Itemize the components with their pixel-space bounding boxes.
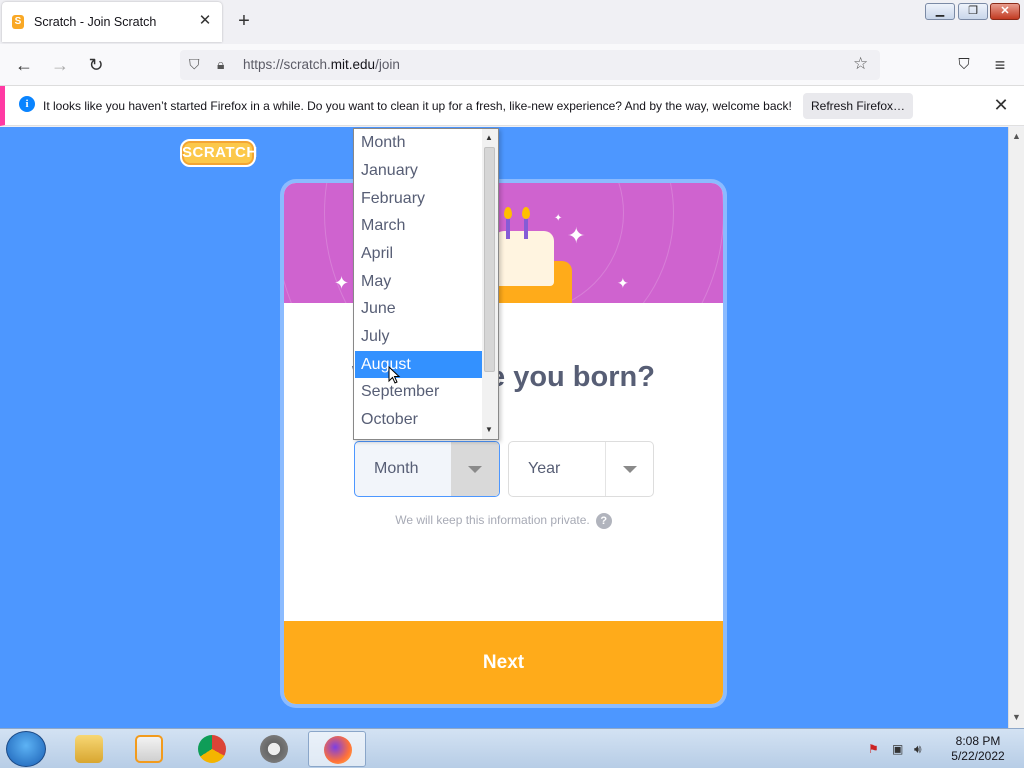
- scratch-join-page: SCRATCH ✦ ✦ ✦ ✦ When were you born? Mont…: [0, 127, 1008, 728]
- taskbar-chrome[interactable]: [183, 731, 241, 767]
- scratch-logo[interactable]: SCRATCH: [180, 139, 257, 167]
- month-option[interactable]: July: [355, 323, 482, 350]
- forward-button[interactable]: →: [48, 53, 72, 77]
- dropdown-scrollbar[interactable]: ▲ ▼: [482, 129, 498, 439]
- taskbar-settings[interactable]: [245, 731, 303, 767]
- restore-icon: ❐: [968, 5, 978, 17]
- birthday-banner: ✦ ✦ ✦ ✦: [284, 183, 723, 303]
- tab-close-icon[interactable]: ✕: [196, 12, 214, 30]
- shield-icon[interactable]: ⛉: [189, 56, 200, 73]
- month-option[interactable]: September: [355, 378, 482, 405]
- media-player-icon: [135, 735, 163, 763]
- window-close-button[interactable]: ✕: [990, 3, 1020, 20]
- cake-icon: [494, 231, 554, 286]
- month-select-arrow[interactable]: [451, 442, 499, 496]
- sparkle-icon: ✦: [567, 223, 586, 248]
- scroll-down-icon[interactable]: ▼: [1012, 712, 1021, 722]
- notification-close-icon[interactable]: ✕: [990, 94, 1012, 116]
- month-option-highlighted[interactable]: August: [355, 351, 482, 378]
- taskbar-firefox[interactable]: [308, 731, 366, 767]
- tab-scratch-join[interactable]: S Scratch - Join Scratch ✕: [2, 2, 222, 42]
- sparkle-icon: ✦: [554, 213, 563, 224]
- tab-strip: S Scratch - Join Scratch ✕ + ▁ ❐ ✕: [0, 0, 1024, 44]
- volume-icon[interactable]: 🔊︎: [914, 742, 928, 756]
- taskbar-file-explorer[interactable]: [60, 731, 118, 767]
- clock[interactable]: 8:08 PM 5/22/2022: [938, 734, 1018, 764]
- taskbar: ⚑ ▣ 🔊︎ 8:08 PM 5/22/2022: [0, 728, 1024, 768]
- start-button[interactable]: [6, 731, 46, 767]
- window-restore-button[interactable]: ❐: [958, 3, 988, 20]
- year-select-value: Year: [528, 460, 561, 477]
- action-center-icon[interactable]: ⚑: [868, 742, 882, 756]
- system-tray: ⚑ ▣ 🔊︎ 8:08 PM 5/22/2022: [862, 729, 1024, 768]
- mouse-pointer-icon: [388, 366, 401, 384]
- gear-icon: [260, 735, 288, 763]
- nav-bar: ← → ↻ ⛉ 🔒︎ https://scratch.mit.edu/join …: [0, 44, 1024, 86]
- menu-icon[interactable]: ≡: [988, 53, 1012, 77]
- page-scrollbar[interactable]: ▲ ▼: [1008, 127, 1024, 728]
- next-button[interactable]: Next: [284, 621, 723, 704]
- join-card: ✦ ✦ ✦ ✦ When were you born? Month Year W…: [284, 183, 723, 704]
- url-text[interactable]: https://scratch.mit.edu/join: [243, 57, 400, 72]
- privacy-note-text: We will keep this information private.: [395, 513, 590, 528]
- scratch-favicon-icon: S: [12, 15, 24, 29]
- tab-title: Scratch - Join Scratch: [34, 15, 157, 29]
- month-select[interactable]: Month: [354, 441, 500, 497]
- new-tab-button[interactable]: +: [234, 11, 254, 31]
- month-option[interactable]: April: [355, 240, 482, 267]
- clock-date: 5/22/2022: [951, 749, 1005, 763]
- scroll-thumb[interactable]: [484, 147, 495, 372]
- notification-message: It looks like you haven’t started Firefo…: [43, 99, 792, 113]
- privacy-note: We will keep this information private.?: [284, 513, 723, 529]
- screen: S Scratch - Join Scratch ✕ + ▁ ❐ ✕ ← → ↻…: [0, 0, 1024, 768]
- sparkle-icon: ✦: [334, 273, 350, 293]
- year-select[interactable]: Year: [508, 441, 654, 497]
- folder-icon: [75, 735, 103, 763]
- url-bar[interactable]: ⛉ 🔒︎ https://scratch.mit.edu/join ☆: [180, 50, 880, 80]
- scroll-down-icon[interactable]: ▼: [485, 425, 493, 434]
- year-select-arrow[interactable]: [605, 442, 653, 496]
- firefox-icon: [324, 736, 352, 764]
- sparkle-icon: ✦: [617, 275, 629, 291]
- back-button[interactable]: ←: [12, 53, 36, 77]
- pocket-icon[interactable]: ⛉: [952, 53, 976, 77]
- chrome-icon: [198, 735, 226, 763]
- month-option[interactable]: February: [355, 185, 482, 212]
- month-option[interactable]: March: [355, 212, 482, 239]
- lock-icon[interactable]: 🔒︎: [217, 56, 224, 73]
- month-option[interactable]: May: [355, 268, 482, 295]
- window-minimize-button[interactable]: ▁: [925, 3, 955, 20]
- help-icon[interactable]: ?: [595, 513, 612, 529]
- month-option[interactable]: October: [355, 406, 482, 433]
- month-option[interactable]: June: [355, 295, 482, 322]
- month-option[interactable]: Month: [355, 129, 482, 156]
- month-select-value: Month: [374, 460, 419, 477]
- scroll-up-icon[interactable]: ▲: [1012, 131, 1021, 141]
- close-icon: ✕: [1000, 5, 1010, 17]
- chevron-down-icon: [623, 466, 637, 473]
- notification-bar: i It looks like you haven’t started Fire…: [0, 86, 1024, 126]
- bookmark-star-icon[interactable]: ☆: [853, 54, 868, 74]
- minimize-icon: ▁: [935, 5, 945, 17]
- scroll-up-icon[interactable]: ▲: [485, 133, 493, 142]
- network-icon[interactable]: ▣: [892, 742, 906, 756]
- chevron-down-icon: [468, 466, 482, 473]
- taskbar-media-player[interactable]: [120, 731, 178, 767]
- info-icon: i: [19, 96, 35, 112]
- refresh-firefox-button[interactable]: Refresh Firefox…: [803, 93, 913, 119]
- birth-question: When were you born?: [352, 361, 655, 393]
- month-dropdown-list[interactable]: Month January February March April May J…: [353, 128, 499, 440]
- month-option[interactable]: January: [355, 157, 482, 184]
- reload-button[interactable]: ↻: [84, 53, 108, 77]
- clock-time: 8:08 PM: [955, 734, 1001, 748]
